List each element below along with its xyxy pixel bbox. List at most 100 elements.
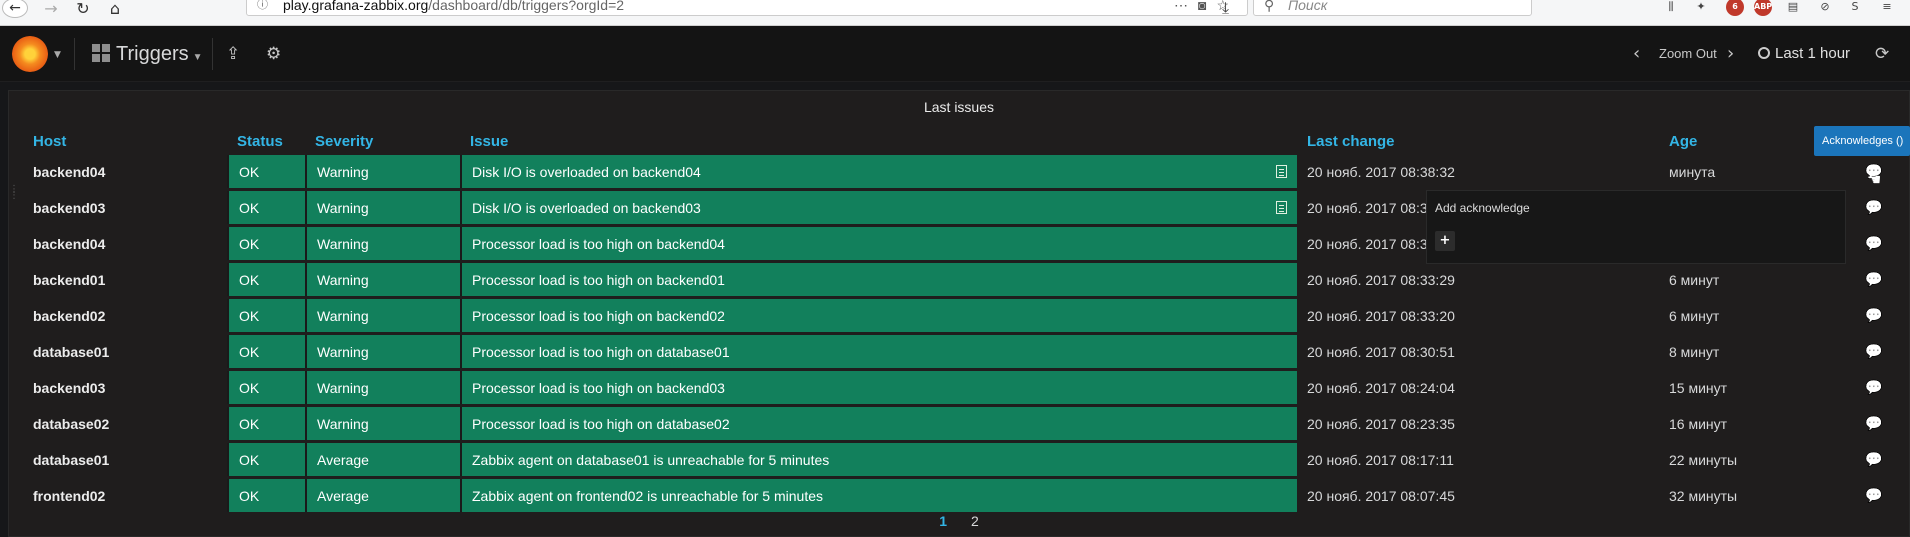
chevron-left-icon[interactable]: ‹ [1633, 44, 1640, 64]
reader-icon[interactable]: ▤ [1784, 0, 1802, 16]
acknowledge-popup: Add acknowledge + [1426, 190, 1846, 264]
caret-down-icon[interactable]: ▼ [54, 50, 61, 60]
page-link-2[interactable]: 2 [971, 513, 979, 529]
back-arrow-icon[interactable]: ← [2, 0, 28, 18]
panel-title[interactable]: Last issues [9, 99, 1909, 115]
ack-cell: 💬 [1843, 407, 1899, 440]
table-row[interactable]: frontend02 OK Average Zabbix agent on front… [23, 479, 1899, 512]
download-icon[interactable]: ⤓ [1222, 0, 1229, 18]
column-header-status[interactable]: Status [227, 130, 305, 152]
issue-cell: Processor load is too high on database02 [460, 407, 1297, 440]
forward-arrow-icon[interactable]: → [40, 0, 62, 18]
ack-cell: 💬 [1843, 443, 1899, 476]
host-cell: database02 [33, 415, 110, 432]
column-header-severity[interactable]: Severity [305, 130, 460, 152]
table-row[interactable]: backend02 OK Warning Processor load is too … [23, 299, 1899, 332]
last-change-cell: 20 нояб. 2017 08:24:04 [1307, 379, 1455, 396]
age-cell: 6 минут [1669, 307, 1720, 324]
comments-icon[interactable]: 💬 [1865, 451, 1882, 468]
library-icon[interactable]: ⫼ [1662, 0, 1680, 16]
age-cell: 6 минут [1669, 271, 1720, 288]
column-header-issue[interactable]: Issue [460, 130, 1297, 152]
extension-icon[interactable]: ✦ [1692, 0, 1710, 16]
severity-cell: Warning [305, 335, 460, 368]
caret-down-icon: ▼ [192, 52, 203, 63]
last-change-cell: 20 нояб. 2017 08:17:11 [1307, 451, 1454, 468]
document-icon[interactable] [1276, 164, 1287, 178]
comments-icon[interactable]: 💬 [1865, 199, 1882, 216]
comments-icon[interactable]: 💬 [1865, 415, 1882, 432]
comments-icon[interactable]: 💬 [1865, 343, 1882, 360]
host-cell: backend02 [33, 307, 106, 324]
share-icon[interactable]: ⇪ [226, 44, 240, 64]
table-row[interactable]: backend03 OK Warning Processor load is too … [23, 371, 1899, 404]
age-cell: 16 минут [1669, 415, 1728, 432]
ack-cell: 💬 [1843, 371, 1899, 404]
home-icon[interactable]: ⌂ [104, 0, 126, 18]
issue-cell: Disk I/O is overloaded on backend04 [460, 155, 1297, 188]
add-acknowledge-button[interactable]: + [1435, 231, 1455, 251]
table-row[interactable]: database01 OK Average Zabbix agent on datab… [23, 443, 1899, 476]
gear-icon[interactable]: ⚙ [266, 44, 281, 64]
issue-cell: Processor load is too high on backend03 [460, 371, 1297, 404]
ack-cell: 💬 [1843, 263, 1899, 296]
column-header-last-change[interactable]: Last change [1297, 130, 1659, 152]
block-icon[interactable]: ⊘ [1816, 0, 1834, 16]
age-cell: 8 минут [1669, 343, 1720, 360]
ublock-icon[interactable]: 6 [1726, 0, 1744, 16]
document-icon[interactable] [1276, 200, 1287, 214]
ack-cell: 💬 [1843, 335, 1899, 368]
severity-cell: Warning [305, 191, 460, 224]
chevron-right-icon[interactable]: › [1727, 44, 1734, 64]
table-row[interactable]: database01 OK Warning Processor load is too… [23, 335, 1899, 368]
age-cell: 22 минуты [1669, 451, 1738, 468]
adblock-icon[interactable]: ABP [1754, 0, 1772, 16]
s-extension-icon[interactable]: S [1846, 0, 1864, 16]
address-bar[interactable]: ⓘ play.grafana-zabbix.org/dashboard/db/t… [246, 0, 1248, 16]
mouse-cursor-icon: ☚ [1867, 170, 1882, 189]
comments-icon[interactable]: 💬 [1865, 307, 1882, 324]
severity-cell: Warning [305, 299, 460, 332]
ack-cell: 💬 [1843, 479, 1899, 512]
menu-icon[interactable]: ≡ [1878, 0, 1896, 16]
clock-icon [1758, 47, 1770, 59]
time-range-picker[interactable]: Last 1 hour [1758, 45, 1850, 62]
comments-icon[interactable]: 💬 [1865, 271, 1882, 288]
ack-cell: 💬 [1843, 227, 1899, 260]
table-row[interactable]: database02 OK Warning Processor load is too… [23, 407, 1899, 440]
reload-icon[interactable]: ↻ [72, 0, 94, 18]
info-icon[interactable]: ⓘ [257, 0, 268, 15]
status-cell: OK [227, 479, 305, 512]
last-change-cell: 20 нояб. 2017 08:07:45 [1307, 487, 1455, 504]
last-issues-panel: Last issues ⋮ ⋮ Host Status Severity Issu… [8, 90, 1910, 537]
pagination: 1 2 [9, 513, 1909, 529]
url-text: play.grafana-zabbix.org/dashboard/db/tri… [283, 0, 625, 13]
severity-cell: Warning [305, 227, 460, 260]
dashboard-picker[interactable]: Triggers ▼ [92, 42, 203, 66]
severity-cell: Warning [305, 155, 460, 188]
severity-cell: Average [305, 479, 460, 512]
page-link-1[interactable]: 1 [939, 513, 947, 529]
refresh-icon[interactable]: ⟳ [1875, 44, 1889, 64]
popup-title: Add acknowledge [1435, 201, 1530, 215]
table-row[interactable]: backend04 OK Warning Disk I/O is overloaded… [23, 155, 1899, 188]
comments-icon[interactable]: 💬 [1865, 487, 1882, 504]
search-icon: ⚲ [1264, 0, 1275, 13]
host-cell: database01 [33, 343, 110, 360]
host-cell: frontend02 [33, 487, 106, 504]
status-cell: OK [227, 299, 305, 332]
grafana-logo-icon[interactable] [12, 36, 48, 72]
zoom-out-button[interactable]: Zoom Out [1659, 46, 1717, 61]
status-cell: OK [227, 155, 305, 188]
drag-handle-icon[interactable]: ⋮ ⋮ [9, 185, 19, 201]
severity-cell: Warning [305, 263, 460, 296]
column-header-host[interactable]: Host [23, 130, 227, 152]
pocket-icon[interactable]: ◙ [1198, 0, 1216, 13]
host-cell: backend04 [33, 163, 106, 180]
table-row[interactable]: backend01 OK Warning Processor load is too … [23, 263, 1899, 296]
comments-icon[interactable]: 💬 [1865, 235, 1882, 252]
more-icon[interactable]: ⋯ [1174, 0, 1198, 13]
status-cell: OK [227, 371, 305, 404]
search-input[interactable]: ⚲ Поиск [1253, 0, 1532, 16]
comments-icon[interactable]: 💬 [1865, 379, 1882, 396]
